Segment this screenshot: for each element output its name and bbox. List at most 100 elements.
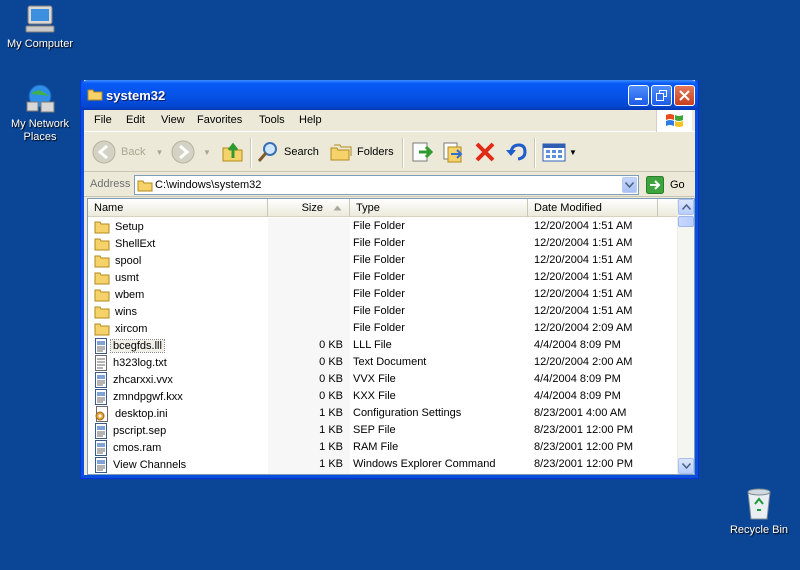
file-date-modified: 12/20/2004 1:51 AM	[534, 254, 633, 266]
folder-icon	[87, 89, 103, 101]
desktop-icon-my-network-places[interactable]: My Network Places	[0, 82, 80, 144]
vertical-scrollbar[interactable]	[677, 199, 694, 474]
move-to-button[interactable]	[410, 140, 434, 164]
forward-dropdown-icon[interactable]: ▼	[203, 148, 211, 157]
file-type: File Folder	[353, 305, 405, 317]
address-label: Address	[90, 178, 131, 190]
file-row[interactable]: spool File Folder 12/20/2004 1:51 AM	[88, 252, 678, 269]
file-name-cell[interactable]: zmndpgwf.kxx	[94, 388, 185, 405]
file-name-cell[interactable]: wbem	[94, 286, 146, 303]
scroll-up-button[interactable]	[678, 199, 694, 215]
file-row[interactable]: wins File Folder 12/20/2004 1:51 AM	[88, 303, 678, 320]
file-row[interactable]: pscript.sep 1 KB SEP File 8/23/2001 12:00 P…	[88, 422, 678, 439]
folder-icon	[94, 254, 110, 268]
file-type: Windows Explorer Command	[353, 458, 496, 470]
file-name-cell[interactable]: Setup	[94, 218, 146, 235]
file-name-cell[interactable]: xircom	[94, 320, 149, 337]
desktop-icon-label: My Computer	[6, 38, 74, 50]
file-name-cell[interactable]: zhcarxxi.vvx	[94, 371, 175, 388]
undo-icon	[506, 143, 527, 161]
go-label: Go	[670, 179, 685, 191]
file-row[interactable]: usmt File Folder 12/20/2004 1:51 AM	[88, 269, 678, 286]
address-input[interactable]: C:\windows\system32	[134, 175, 639, 195]
file-name: pscript.sep	[113, 424, 167, 437]
file-name: Setup	[115, 220, 144, 233]
go-button[interactable]: Go	[646, 176, 685, 194]
file-name-cell[interactable]: usmt	[94, 269, 141, 286]
delete-button[interactable]	[473, 140, 497, 164]
file-row[interactable]: Setup File Folder 12/20/2004 1:51 AM	[88, 218, 678, 235]
close-icon	[679, 90, 690, 101]
file-rows: Setup File Folder 12/20/2004 1:51 AM ShellE…	[88, 218, 678, 473]
file-row[interactable]: wbem File Folder 12/20/2004 1:51 AM	[88, 286, 678, 303]
desktop-icon-recycle-bin[interactable]: Recycle Bin	[719, 486, 799, 537]
folders-label: Folders	[357, 146, 394, 158]
file-row[interactable]: h323log.txt 0 KB Text Document 12/20/2004 2…	[88, 354, 678, 371]
file-type: Configuration Settings	[353, 407, 462, 419]
forward-arrow-icon	[171, 140, 195, 164]
file-name-cell[interactable]: View Channels	[94, 456, 188, 473]
file-row[interactable]: bcegfds.lll 0 KB LLL File 4/4/2004 8:09 PM	[88, 337, 678, 354]
views-button[interactable]: ▼	[541, 140, 577, 164]
file-row[interactable]: zmndpgwf.kxx 0 KB KXX File 4/4/2004 8:09 PM	[88, 388, 678, 405]
maximize-button[interactable]	[651, 85, 672, 106]
windows-flag-icon	[666, 114, 683, 127]
menu-view[interactable]: View	[161, 114, 185, 126]
file-row[interactable]: zhcarxxi.vvx 0 KB VVX File 4/4/2004 8:09 PM	[88, 371, 678, 388]
search-button[interactable]: Search	[256, 140, 319, 164]
file-row[interactable]: ShellExt File Folder 12/20/2004 1:51 AM	[88, 235, 678, 252]
undo-button[interactable]	[504, 140, 528, 164]
folders-button[interactable]: Folders	[329, 140, 394, 164]
column-header-date[interactable]: Date Modified	[528, 199, 658, 217]
menu-edit[interactable]: Edit	[126, 114, 145, 126]
address-dropdown-button[interactable]	[622, 177, 637, 193]
scroll-thumb[interactable]	[678, 216, 694, 227]
copy-to-button[interactable]	[441, 140, 465, 164]
file-name-cell[interactable]: bcegfds.lll	[94, 337, 165, 354]
file-icon	[94, 456, 108, 473]
file-row[interactable]: View Channels 1 KB Windows Explorer Comman…	[88, 456, 678, 473]
file-name-cell[interactable]: cmos.ram	[94, 439, 163, 456]
up-folder-button[interactable]	[221, 140, 245, 164]
file-name: h323log.txt	[113, 356, 167, 369]
file-list: Name Size Type Date Modified Setup File F…	[87, 198, 695, 475]
back-dropdown-icon[interactable]: ▼	[155, 148, 163, 157]
file-date-modified: 12/20/2004 1:51 AM	[534, 271, 633, 283]
column-header-name[interactable]: Name	[88, 199, 268, 217]
file-icon	[94, 337, 108, 354]
close-button[interactable]	[674, 85, 695, 106]
file-name-cell[interactable]: desktop.ini	[94, 405, 170, 422]
file-size: 0 KB	[319, 390, 343, 402]
menu-file[interactable]: File	[94, 114, 112, 126]
toolbar: Back ▼ ▼ Search Folders ▼	[84, 133, 695, 172]
menu-favorites[interactable]: Favorites	[197, 114, 242, 126]
file-name-cell[interactable]: pscript.sep	[94, 422, 168, 439]
file-row[interactable]: xircom File Folder 12/20/2004 2:09 AM	[88, 320, 678, 337]
menu-tools[interactable]: Tools	[259, 114, 285, 126]
back-button[interactable]: Back ▼	[92, 140, 163, 164]
file-name-cell[interactable]: h323log.txt	[94, 354, 169, 371]
file-row[interactable]: desktop.ini 1 KB Configuration Settings 8/2…	[88, 405, 678, 422]
column-header-type[interactable]: Type	[350, 199, 528, 217]
file-type: VVX File	[353, 373, 396, 385]
address-value: C:\windows\system32	[155, 179, 262, 191]
minimize-button[interactable]	[628, 85, 649, 106]
restore-icon	[656, 90, 667, 101]
file-date-modified: 8/23/2001 12:00 PM	[534, 424, 634, 436]
file-row[interactable]: cmos.ram 1 KB RAM File 8/23/2001 12:00 PM	[88, 439, 678, 456]
file-date-modified: 12/20/2004 1:51 AM	[534, 237, 633, 249]
folder-icon	[137, 180, 153, 192]
title-bar[interactable]: system32	[81, 80, 698, 110]
file-type: File Folder	[353, 322, 405, 334]
scroll-down-button[interactable]	[678, 458, 694, 474]
minimize-icon	[634, 97, 642, 100]
file-name-cell[interactable]: wins	[94, 303, 139, 320]
menu-help[interactable]: Help	[299, 114, 322, 126]
desktop-icon-my-computer[interactable]: My Computer	[0, 4, 80, 51]
file-date-modified: 12/20/2004 1:51 AM	[534, 220, 633, 232]
file-name-cell[interactable]: ShellExt	[94, 235, 157, 252]
forward-button[interactable]: ▼	[171, 140, 211, 164]
file-name-cell[interactable]: spool	[94, 252, 143, 269]
column-header-size[interactable]: Size	[268, 199, 350, 217]
arrow-down-icon	[681, 463, 691, 469]
